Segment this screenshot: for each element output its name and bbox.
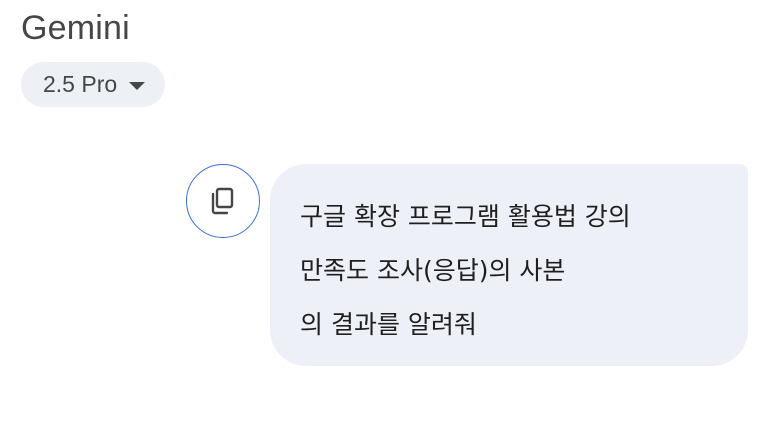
- message-line: 만족도 조사(응답)의 사본: [300, 256, 566, 285]
- model-selector-button[interactable]: 2.5 Pro: [21, 62, 166, 107]
- copy-icon: [210, 187, 236, 215]
- gemini-app: Gemini 2.5 Pro 구글 확장 프로그램 활용법 강의 만족도 조사(…: [0, 0, 772, 427]
- message-line: 구글 확장 프로그램 활용법 강의: [300, 202, 631, 231]
- user-message-bubble: 구글 확장 프로그램 활용법 강의 만족도 조사(응답)의 사본 의 결과를 알…: [270, 164, 748, 366]
- app-title: Gemini: [21, 9, 130, 47]
- caret-down-icon: [129, 81, 146, 90]
- copy-button[interactable]: [186, 164, 260, 238]
- model-selector-label: 2.5 Pro: [43, 71, 118, 97]
- message-line: 의 결과를 알려줘: [300, 310, 477, 339]
